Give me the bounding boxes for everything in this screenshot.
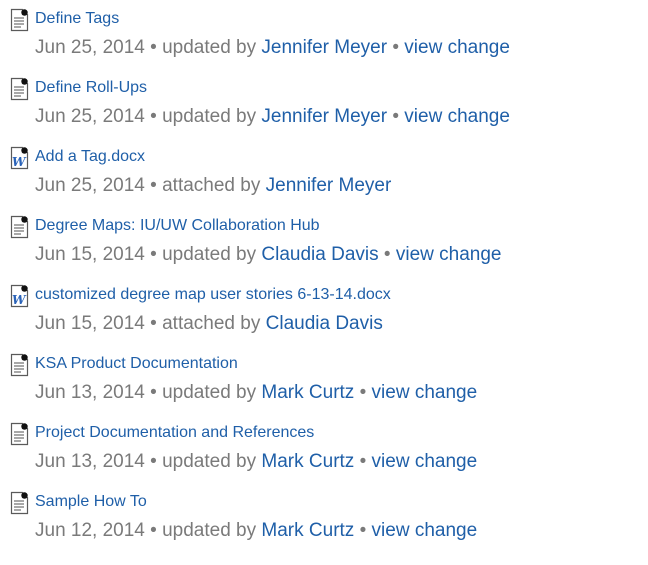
item-action: attached by [162, 313, 261, 334]
item-date: Jun 15, 2014 [35, 244, 145, 265]
item-title-link[interactable]: Degree Maps: IU/UW Collaboration Hub [35, 215, 320, 237]
item-action: updated by [162, 520, 257, 541]
separator-bullet: • [383, 244, 391, 265]
page-icon [8, 8, 30, 32]
list-item: Project Documentation and References Jun … [8, 420, 644, 489]
item-date: Jun 25, 2014 [35, 175, 145, 196]
item-title-link[interactable]: Define Roll-Ups [35, 77, 147, 99]
separator-bullet: • [150, 451, 157, 472]
separator-bullet: • [359, 520, 367, 541]
page-icon [8, 77, 30, 101]
item-title-link[interactable]: Define Tags [35, 8, 119, 30]
item-action: updated by [162, 106, 257, 127]
separator-bullet: • [359, 382, 367, 403]
item-meta: Jun 25, 2014 • attached by Jennifer Meye… [35, 173, 391, 199]
separator-bullet: • [359, 451, 367, 472]
item-date: Jun 25, 2014 [35, 106, 145, 127]
item-date: Jun 12, 2014 [35, 520, 145, 541]
separator-bullet: • [150, 520, 157, 541]
word-doc-icon: W [8, 146, 30, 170]
item-meta: Jun 15, 2014 • updated by Claudia Davis … [35, 242, 501, 268]
user-link[interactable]: Mark Curtz [261, 520, 354, 541]
item-title-link[interactable]: customized degree map user stories 6-13-… [35, 284, 391, 306]
item-title-link[interactable]: Add a Tag.docx [35, 146, 145, 168]
separator-bullet: • [150, 175, 157, 196]
item-action: updated by [162, 244, 257, 265]
separator-bullet: • [150, 382, 157, 403]
item-date: Jun 13, 2014 [35, 382, 145, 403]
item-date: Jun 15, 2014 [35, 313, 145, 334]
svg-text:W: W [12, 293, 27, 307]
item-action: updated by [162, 382, 257, 403]
item-meta: Jun 13, 2014 • updated by Mark Curtz • v… [35, 380, 477, 406]
item-action: updated by [162, 37, 257, 58]
user-link[interactable]: Jennifer Meyer [261, 37, 387, 58]
page-icon [8, 215, 30, 239]
separator-bullet: • [150, 106, 157, 127]
separator-bullet: • [392, 37, 400, 58]
activity-feed: Define Tags Jun 25, 2014 • updated by Jen… [8, 6, 644, 558]
view-change-link[interactable]: view change [372, 451, 478, 472]
item-action: attached by [162, 175, 261, 196]
user-link[interactable]: Mark Curtz [261, 451, 354, 472]
item-meta: Jun 25, 2014 • updated by Jennifer Meyer… [35, 35, 510, 61]
item-meta: Jun 13, 2014 • updated by Mark Curtz • v… [35, 449, 477, 475]
list-item: Degree Maps: IU/UW Collaboration Hub Jun … [8, 213, 644, 282]
user-link[interactable]: Claudia Davis [266, 313, 383, 334]
item-title-link[interactable]: Sample How To [35, 491, 147, 513]
list-item: KSA Product Documentation Jun 13, 2014 • … [8, 351, 644, 420]
page-icon [8, 353, 30, 377]
view-change-link[interactable]: view change [404, 37, 510, 58]
list-item: Define Roll-Ups Jun 25, 2014 • updated by… [8, 75, 644, 144]
view-change-link[interactable]: view change [372, 382, 478, 403]
separator-bullet: • [150, 244, 157, 265]
item-meta: Jun 15, 2014 • attached by Claudia Davis [35, 311, 383, 337]
list-item: Sample How To Jun 12, 2014 • updated by M… [8, 489, 644, 558]
separator-bullet: • [150, 37, 157, 58]
item-action: updated by [162, 451, 257, 472]
word-doc-icon: W [8, 284, 30, 308]
item-date: Jun 25, 2014 [35, 37, 145, 58]
item-title-link[interactable]: Project Documentation and References [35, 422, 314, 444]
separator-bullet: • [150, 313, 157, 334]
item-date: Jun 13, 2014 [35, 451, 145, 472]
list-item: Wcustomized degree map user stories 6-13… [8, 282, 644, 351]
item-meta: Jun 12, 2014 • updated by Mark Curtz • v… [35, 518, 477, 544]
view-change-link[interactable]: view change [372, 520, 478, 541]
user-link[interactable]: Jennifer Meyer [261, 106, 387, 127]
view-change-link[interactable]: view change [396, 244, 502, 265]
page-icon [8, 422, 30, 446]
user-link[interactable]: Claudia Davis [261, 244, 378, 265]
svg-text:W: W [12, 155, 27, 169]
page-icon [8, 491, 30, 515]
user-link[interactable]: Mark Curtz [261, 382, 354, 403]
list-item: W Add a Tag.docx Jun 25, 2014 • attached b… [8, 144, 644, 213]
item-meta: Jun 25, 2014 • updated by Jennifer Meyer… [35, 104, 510, 130]
view-change-link[interactable]: view change [404, 106, 510, 127]
item-title-link[interactable]: KSA Product Documentation [35, 353, 238, 375]
list-item: Define Tags Jun 25, 2014 • updated by Jen… [8, 6, 644, 75]
separator-bullet: • [392, 106, 400, 127]
user-link[interactable]: Jennifer Meyer [266, 175, 392, 196]
